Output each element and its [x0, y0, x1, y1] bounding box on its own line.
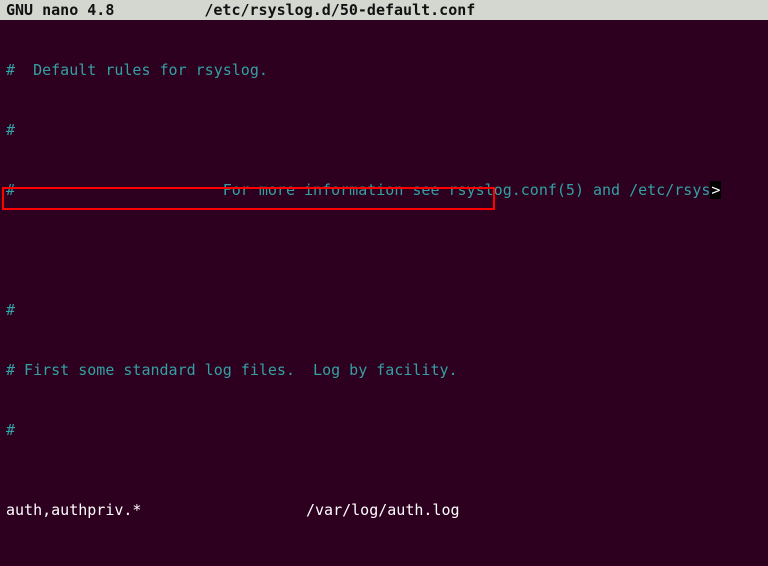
- app-name: GNU nano 4.8: [6, 0, 114, 20]
- text-line: [6, 240, 762, 260]
- text-line: auth,authpriv.*/var/log/auth.log: [6, 500, 762, 520]
- text-line: #: [6, 420, 762, 440]
- file-path: /etc/rsyslog.d/50-default.conf: [114, 0, 762, 20]
- line-overflow-indicator: >: [710, 181, 721, 199]
- editor-content[interactable]: # Default rules for rsyslog. # # For mor…: [0, 20, 768, 566]
- nano-titlebar: GNU nano 4.8 /etc/rsyslog.d/50-default.c…: [0, 0, 768, 20]
- nano-shortcut-bar: ^GGet Help ^OWrite Out ^WWhere Is ^KCut …: [0, 526, 768, 566]
- text-line: #: [6, 120, 762, 140]
- text-line: # First some standard log files. Log by …: [6, 360, 762, 380]
- text-line: #: [6, 300, 762, 320]
- text-line: # Default rules for rsyslog.: [6, 60, 762, 80]
- text-line: # For more information see rsyslog.conf(…: [6, 180, 762, 200]
